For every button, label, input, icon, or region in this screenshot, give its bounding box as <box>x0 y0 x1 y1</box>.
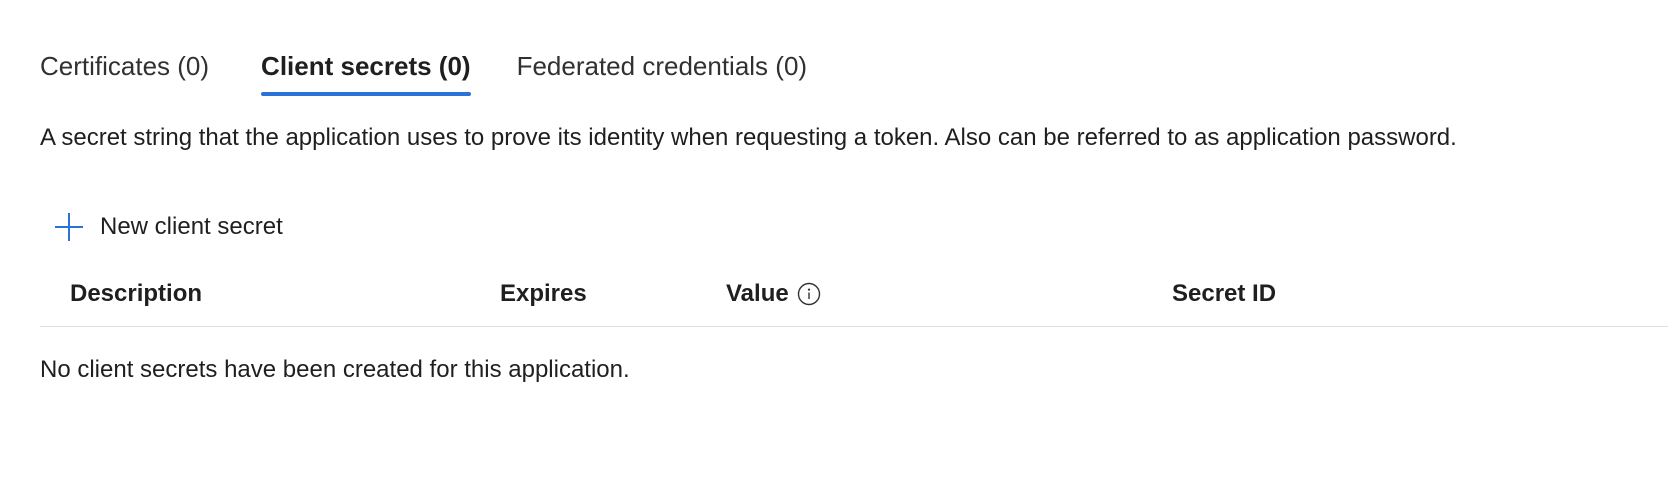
secrets-table-header: Description Expires Value Secret ID <box>40 270 1668 327</box>
client-secrets-description: A secret string that the application use… <box>40 124 1457 151</box>
new-client-secret-button[interactable]: New client secret <box>54 210 283 244</box>
tab-certificates[interactable]: Certificates (0) <box>40 46 209 86</box>
column-header-secret-id[interactable]: Secret ID <box>1172 278 1276 310</box>
new-client-secret-label: New client secret <box>100 213 283 240</box>
tab-client-secrets[interactable]: Client secrets (0) <box>261 46 471 96</box>
column-header-value[interactable]: Value <box>726 278 821 310</box>
column-header-description-label: Description <box>70 280 203 307</box>
credentials-tabs: Certificates (0) Client secrets (0) Fede… <box>40 46 807 102</box>
column-header-description[interactable]: Description <box>70 278 202 310</box>
column-header-expires[interactable]: Expires <box>500 278 587 310</box>
client-secrets-page: Certificates (0) Client secrets (0) Fede… <box>0 0 1668 504</box>
column-header-expires-label: Expires <box>500 280 587 307</box>
plus-icon <box>54 212 84 242</box>
tab-federated-credentials[interactable]: Federated credentials (0) <box>517 46 807 86</box>
info-icon[interactable] <box>797 282 821 306</box>
column-header-secret-id-label: Secret ID <box>1172 280 1277 307</box>
empty-state-message: No client secrets have been created for … <box>40 356 630 383</box>
column-header-value-label: Value <box>726 280 789 307</box>
